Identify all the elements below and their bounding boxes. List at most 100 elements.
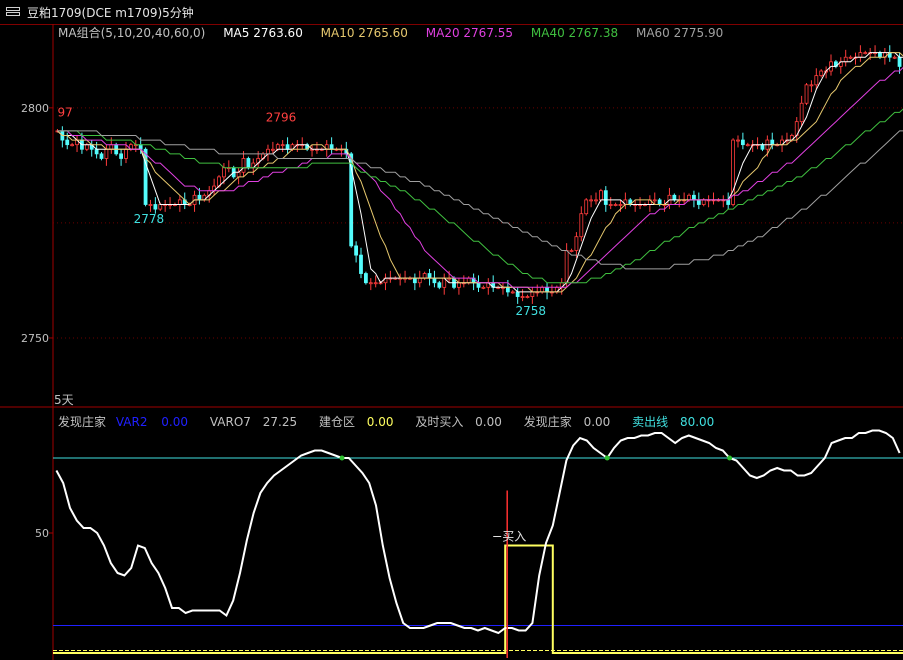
candle-body bbox=[363, 273, 368, 284]
legend-jiancangqu-value: 0.00 bbox=[366, 415, 394, 429]
candle-body bbox=[427, 273, 432, 279]
legend-jiancangqu: 建仓区 bbox=[318, 415, 355, 429]
legend-maichuxian-value: 80.00 bbox=[679, 415, 715, 429]
candle-body bbox=[530, 291, 535, 297]
legend-var2: VAR2 bbox=[115, 415, 148, 429]
candle-body bbox=[104, 148, 109, 159]
candle-body bbox=[354, 245, 359, 256]
candle-body bbox=[799, 102, 804, 123]
candle-body bbox=[672, 194, 677, 201]
legend-ma60: MA60 2775.90 bbox=[635, 26, 724, 40]
sell-marker bbox=[339, 455, 345, 461]
candle-body bbox=[99, 153, 104, 159]
candle-body bbox=[65, 139, 70, 146]
candle-body bbox=[618, 204, 623, 206]
legend-maichuxian: 卖出线 bbox=[632, 415, 669, 429]
candle-body bbox=[153, 204, 158, 210]
candle-body bbox=[897, 56, 902, 67]
legend-jishimairu: 及时买入 bbox=[415, 415, 464, 429]
candle-body bbox=[70, 144, 75, 147]
ma-line-ma40 bbox=[57, 108, 903, 284]
candle-body bbox=[770, 139, 775, 146]
candle-body bbox=[481, 286, 486, 289]
legend-faxianzhuangjia-2: 发现庄家 bbox=[523, 415, 572, 429]
candle-body bbox=[892, 56, 897, 59]
price-annotation: 97 bbox=[57, 106, 72, 120]
candle-body bbox=[594, 199, 598, 202]
candle-body bbox=[84, 144, 89, 150]
candle-body bbox=[510, 291, 515, 294]
candle-body bbox=[177, 199, 182, 205]
candle-body bbox=[608, 204, 613, 206]
candle-body bbox=[843, 56, 848, 63]
candle-body bbox=[236, 171, 241, 178]
chart-canvas: 2750 2800 97 2796 2778 2758 5天 50 买入 bbox=[0, 24, 903, 660]
candle-body bbox=[540, 286, 545, 293]
ma-combo-label: MA组合(5,10,20,40,60,0) bbox=[58, 26, 206, 40]
ma-line-ma20 bbox=[57, 67, 903, 288]
candle-body bbox=[515, 291, 520, 297]
price-annotation: 2758 bbox=[515, 304, 546, 318]
candle-body bbox=[863, 52, 868, 55]
legend-ma40: MA40 2767.38 bbox=[530, 26, 619, 40]
candle-body bbox=[109, 144, 114, 150]
candle-body bbox=[701, 199, 706, 205]
candle-body bbox=[368, 282, 373, 285]
sell-marker bbox=[604, 455, 610, 461]
candle-body bbox=[158, 204, 163, 210]
sub-y-tick-label: 50 bbox=[35, 527, 49, 540]
candle-body bbox=[657, 199, 662, 205]
candle-body bbox=[579, 213, 584, 238]
candle-body bbox=[848, 56, 853, 59]
buy-label: 买入 bbox=[502, 530, 526, 544]
legend-faxianzhuangjia-2-value: 0.00 bbox=[583, 415, 611, 429]
candle-body bbox=[266, 148, 270, 155]
candle-body bbox=[696, 199, 701, 205]
candle-body bbox=[246, 158, 251, 169]
candle-body bbox=[280, 144, 285, 147]
candle-body bbox=[197, 194, 202, 201]
candle-body bbox=[589, 199, 594, 202]
price-annotation: 2796 bbox=[266, 110, 297, 124]
price-annotation: 2778 bbox=[134, 212, 165, 226]
candle-body bbox=[809, 84, 814, 87]
candle-body bbox=[692, 194, 696, 201]
candle-body bbox=[804, 84, 809, 104]
period-label: 5天 bbox=[54, 393, 74, 407]
candle-body bbox=[525, 296, 530, 298]
candle-body bbox=[687, 194, 691, 201]
ma-line-ma60 bbox=[57, 130, 903, 270]
candle-body bbox=[241, 158, 246, 173]
y-tick-label: 2750 bbox=[21, 332, 49, 345]
jiancangqu-line bbox=[53, 544, 903, 654]
candle-body bbox=[569, 250, 574, 252]
legend-varo7-value: 27.25 bbox=[262, 415, 298, 429]
candle-body bbox=[603, 190, 608, 205]
candle-body bbox=[138, 144, 143, 150]
candle-body bbox=[94, 148, 99, 155]
candle-body bbox=[760, 144, 765, 150]
y-tick-label: 2800 bbox=[21, 102, 49, 115]
varo7-line bbox=[55, 429, 901, 635]
main-legend: MA组合(5,10,20,40,60,0) MA5 2763.60 MA10 2… bbox=[58, 24, 737, 41]
candle-body bbox=[736, 139, 740, 142]
candle-body bbox=[412, 277, 417, 284]
candle-body bbox=[373, 282, 378, 285]
candle-body bbox=[584, 199, 589, 215]
candle-body bbox=[652, 199, 657, 202]
candle-body bbox=[745, 144, 750, 147]
candle-body bbox=[520, 296, 525, 298]
candle-body bbox=[422, 273, 427, 279]
candle-body bbox=[457, 282, 461, 288]
candle-body bbox=[148, 204, 153, 206]
candle-body bbox=[878, 52, 882, 58]
candle-body bbox=[437, 282, 442, 288]
candle-body bbox=[285, 144, 290, 150]
candle-body bbox=[613, 204, 618, 206]
candle-body bbox=[359, 254, 363, 274]
sub-legend: 发现庄家 VAR2 0.00 VARO7 27.25 建仓区 0.00 及时买入… bbox=[58, 413, 728, 430]
candle-body bbox=[222, 167, 226, 178]
candle-body bbox=[819, 70, 824, 77]
legend-jishimairu-value: 0.00 bbox=[475, 415, 502, 429]
legend-var2-value: 0.00 bbox=[161, 415, 189, 429]
